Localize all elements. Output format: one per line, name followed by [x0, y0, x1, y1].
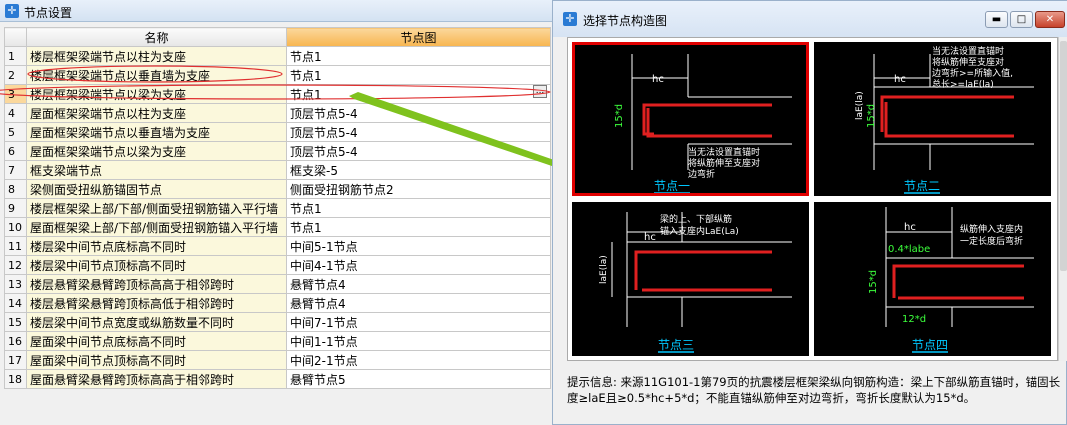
- scrollbar-thumb[interactable]: [1060, 41, 1067, 271]
- dim-label: laE(la): [599, 255, 609, 284]
- close-button[interactable]: ✕: [1035, 11, 1065, 28]
- note-line-3: 边弯折: [688, 168, 715, 180]
- minimize-button[interactable]: ▬: [985, 11, 1008, 28]
- dim-label-3: 12*d: [902, 314, 926, 325]
- red-oval-annotation: [27, 65, 283, 83]
- hc-label: hc: [644, 232, 656, 243]
- diagram-label: 节点二: [904, 179, 940, 193]
- hint-text: 提示信息: 来源11G101-1第79页的抗震楼层框架梁纵向钢筋构造：梁上下部纵…: [567, 375, 1061, 405]
- maximize-button[interactable]: □: [1010, 11, 1033, 28]
- note-line-2: 将纵筋伸至支座对: [688, 157, 760, 169]
- title-bar: ✛ 选择节点构造图 ▬ □ ✕: [553, 1, 1067, 37]
- node-diagram-1[interactable]: hc 15*d 当无法设置直锚时 将纵筋伸至支座对 边弯折 节点一: [572, 42, 809, 196]
- diagram-label: 节点四: [912, 338, 948, 352]
- note-line-2: 将纵筋伸至支座对: [932, 56, 1004, 68]
- hc-label: hc: [652, 74, 664, 85]
- node-diagram-3[interactable]: hc laE(la) 梁的上、下部纵筋 锚入支座内LaE(La) 节点三: [572, 202, 809, 356]
- red-oval-annotation: [0, 84, 551, 100]
- note-line-2: 一定长度后弯折: [960, 235, 1023, 247]
- note-line-1: 当无法设置直锚时: [688, 146, 760, 158]
- node-diagram-2[interactable]: hc laE(la) 15*d 当无法设置直锚时 将纵筋伸至支座对 边弯折>=所…: [814, 42, 1051, 196]
- dim-label-2: laE(la): [855, 91, 865, 120]
- hc-label: hc: [904, 222, 916, 233]
- diagram-gallery: hc 15*d 当无法设置直锚时 将纵筋伸至支座对 边弯折 节点一 hc laE…: [567, 37, 1058, 361]
- select-node-diagram-window: ✛ 选择节点构造图 ▬ □ ✕ hc 15*d 当无法设置直锚时 将纵筋伸至支座…: [552, 0, 1067, 425]
- note-line-2: 锚入支座内LaE(La): [660, 225, 739, 237]
- window-title: 选择节点构造图: [583, 14, 668, 28]
- dim-label-2: 0.4*labe: [888, 244, 930, 255]
- node-diagram-4[interactable]: hc 15*d 0.4*labe 12*d 纵筋伸入支座内 一定长度后弯折 节点…: [814, 202, 1051, 356]
- note-line-3: 边弯折>=所输入值,: [932, 67, 1013, 79]
- diagram-label: 节点一: [654, 179, 690, 193]
- note-line-1: 纵筋伸入支座内: [960, 223, 1023, 235]
- dim-label: 15*d: [868, 270, 879, 294]
- dim-label: 15*d: [866, 104, 877, 128]
- hc-label: hc: [894, 74, 906, 85]
- diagram-label: 节点三: [658, 338, 694, 352]
- app-icon: ✛: [563, 12, 577, 26]
- note-line-1: 梁的上、下部纵筋: [660, 213, 732, 225]
- dim-label: 15*d: [614, 104, 625, 128]
- note-line-1: 当无法设置直锚时: [932, 45, 1004, 57]
- note-line-4: 总长>=laE(la): [932, 78, 994, 90]
- vertical-scrollbar[interactable]: [1058, 37, 1067, 361]
